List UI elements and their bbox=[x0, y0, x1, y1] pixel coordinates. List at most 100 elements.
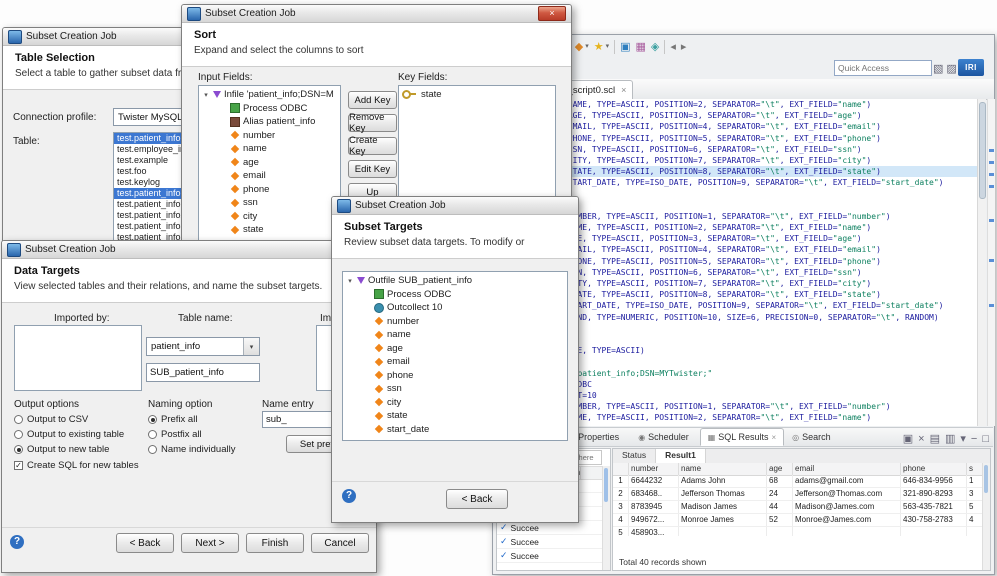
tree-item[interactable]: ▾ Infile 'patient_info;DSN=M bbox=[199, 88, 340, 102]
radio-option[interactable]: Postfix all bbox=[148, 428, 235, 440]
expander-icon[interactable]: ▾ bbox=[346, 277, 354, 285]
table-name-combo[interactable]: patient_info ▾ bbox=[146, 337, 260, 356]
radio-icon[interactable] bbox=[148, 430, 157, 439]
tree-item[interactable]: number bbox=[343, 315, 567, 329]
radio-option[interactable]: Output to existing table bbox=[14, 428, 124, 440]
col-email[interactable]: email bbox=[793, 463, 901, 475]
create-key-button[interactable]: Create Key bbox=[348, 137, 397, 155]
close-button[interactable]: × bbox=[538, 6, 566, 21]
back-button[interactable]: < Back bbox=[446, 489, 508, 509]
window-titlebar[interactable]: Subset Creation Job bbox=[332, 197, 578, 215]
next-button[interactable]: Next > bbox=[181, 533, 239, 553]
scrollbar-thumb[interactable] bbox=[984, 465, 988, 493]
tree-item[interactable]: Alias patient_info bbox=[199, 115, 340, 129]
separator[interactable] bbox=[664, 40, 665, 54]
scrollbar-thumb[interactable] bbox=[979, 102, 986, 199]
col-phone[interactable]: phone bbox=[901, 463, 967, 475]
status-result-tab[interactable]: Status bbox=[613, 449, 656, 463]
tree-item[interactable]: start_date bbox=[343, 423, 567, 437]
tree-item[interactable]: name bbox=[343, 328, 567, 342]
dropdown-icon[interactable]: ▾ bbox=[606, 39, 610, 55]
help-button[interactable]: ? bbox=[342, 489, 356, 503]
status-scrollbar[interactable] bbox=[602, 466, 610, 570]
result1-tab[interactable]: Result1 bbox=[656, 449, 706, 463]
expander-icon[interactable]: ▾ bbox=[202, 91, 210, 99]
tab-close-icon[interactable]: × bbox=[621, 85, 626, 95]
pin-icon[interactable]: ▣ bbox=[903, 431, 913, 447]
create-sql-checkbox[interactable]: ✓ Create SQL for new tables bbox=[14, 459, 139, 471]
overview-ruler[interactable] bbox=[987, 99, 995, 426]
tree-item[interactable]: age bbox=[199, 156, 340, 170]
radio-option[interactable]: Output to CSV bbox=[14, 413, 124, 425]
tree-item[interactable]: age bbox=[343, 342, 567, 356]
window-titlebar[interactable]: Subset Creation Job × bbox=[182, 5, 571, 23]
perspective-icon[interactable]: ▧ bbox=[933, 61, 943, 77]
tree-item[interactable]: ssn bbox=[343, 382, 567, 396]
back-button[interactable]: < Back bbox=[116, 533, 174, 553]
tree-item[interactable]: email bbox=[199, 169, 340, 183]
sql-results-tab[interactable]: ▦ SQL Results × bbox=[700, 428, 784, 446]
tree-item[interactable]: phone bbox=[343, 369, 567, 383]
cancel-button[interactable]: Cancel bbox=[311, 533, 369, 553]
radio-icon[interactable] bbox=[148, 415, 157, 424]
radio-option[interactable]: Prefix all bbox=[148, 413, 235, 425]
result-row[interactable]: 2 683468.. Jefferson Thomas 24 Jefferson… bbox=[613, 488, 983, 501]
radio-icon[interactable] bbox=[14, 430, 23, 439]
maximize-icon[interactable]: □ bbox=[982, 431, 989, 447]
tree-item[interactable]: email bbox=[343, 355, 567, 369]
radio-icon[interactable] bbox=[14, 445, 23, 454]
subset-targets-tree[interactable]: ▾ Outfile SUB_patient_info Process ODBC … bbox=[342, 271, 568, 441]
edit-key-button[interactable]: Edit Key bbox=[348, 160, 397, 178]
col-index[interactable] bbox=[613, 463, 629, 475]
open-perspective-icon[interactable]: ▨ bbox=[946, 61, 956, 77]
result-row[interactable]: 1 6644232 Adams John 68 adams@gmail.com … bbox=[613, 475, 983, 488]
radio-icon[interactable] bbox=[148, 445, 157, 454]
window-titlebar[interactable]: Subset Creation Job bbox=[2, 241, 376, 259]
tree-item[interactable]: ssn bbox=[199, 196, 340, 210]
quick-access-input[interactable] bbox=[834, 60, 932, 76]
checkbox-icon[interactable]: ✓ bbox=[14, 461, 23, 470]
panel-tab-close-icon[interactable]: × bbox=[771, 433, 776, 442]
sub-table-name-field[interactable] bbox=[146, 363, 260, 382]
tree-item[interactable]: name bbox=[199, 142, 340, 156]
tree-item[interactable]: Process ODBC bbox=[343, 288, 567, 302]
tree-item[interactable]: state bbox=[199, 223, 340, 237]
col-number[interactable]: number bbox=[629, 463, 679, 475]
forward-icon[interactable]: ▸ bbox=[681, 39, 687, 55]
new-job-icon[interactable]: ◆ bbox=[575, 39, 583, 55]
tree-item[interactable]: state bbox=[343, 409, 567, 423]
layout-icon[interactable]: ▥ bbox=[945, 431, 955, 447]
add-key-button[interactable]: Add Key bbox=[348, 91, 397, 109]
tree-item[interactable]: ▾ Outfile SUB_patient_info bbox=[343, 274, 567, 288]
chevron-down-icon[interactable]: ▾ bbox=[243, 338, 259, 355]
radio-option[interactable]: Name individually bbox=[148, 443, 235, 455]
help-button[interactable]: ? bbox=[10, 535, 24, 549]
result-row[interactable]: 5 458903... bbox=[613, 527, 983, 536]
separator[interactable] bbox=[614, 40, 615, 54]
tree-item[interactable]: Process ODBC bbox=[199, 102, 340, 116]
results-scrollbar[interactable] bbox=[982, 463, 990, 570]
key-field-item[interactable]: state bbox=[399, 88, 555, 102]
tree-item[interactable]: number bbox=[199, 129, 340, 143]
database-icon[interactable]: ▣ bbox=[620, 39, 630, 55]
col-name[interactable]: name bbox=[679, 463, 767, 475]
minimize-icon[interactable]: − bbox=[971, 431, 977, 447]
input-fields-tree[interactable]: ▾ Infile 'patient_info;DSN=M Process ODB… bbox=[198, 85, 341, 249]
tree-item[interactable]: phone bbox=[199, 183, 340, 197]
status-row[interactable]: ✓ Succee bbox=[497, 521, 603, 535]
editor-scrollbar[interactable] bbox=[977, 99, 986, 426]
col-age[interactable]: age bbox=[767, 463, 793, 475]
radio-icon[interactable] bbox=[14, 415, 23, 424]
tree-item[interactable]: city bbox=[343, 396, 567, 410]
tree-item[interactable]: city bbox=[199, 210, 340, 224]
export-icon[interactable]: ▤ bbox=[930, 431, 940, 447]
status-row[interactable]: ✓ Succee bbox=[497, 535, 603, 549]
imported-by-list[interactable] bbox=[14, 325, 142, 391]
finish-button[interactable]: Finish bbox=[246, 533, 304, 553]
col-s[interactable]: s bbox=[967, 463, 983, 475]
tree-item[interactable]: Outcollect 10 bbox=[343, 301, 567, 315]
remove-key-button[interactable]: Remove Key bbox=[348, 114, 397, 132]
view-menu-icon[interactable]: ▾ bbox=[960, 431, 966, 447]
transform-icon[interactable]: ◈ bbox=[651, 39, 659, 55]
status-row[interactable]: ✓ Succee bbox=[497, 549, 603, 563]
